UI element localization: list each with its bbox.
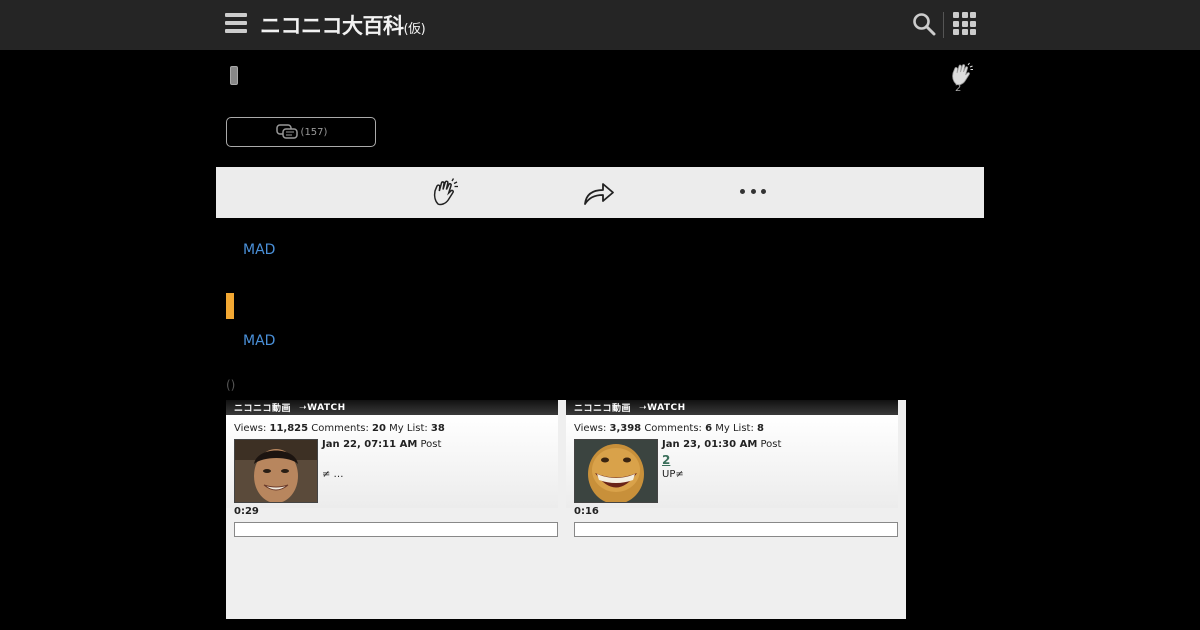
logo-main: ニコニコ大百科: [260, 14, 404, 38]
watch-link[interactable]: ➝WATCH: [639, 403, 686, 413]
niconico-logo-icon: ニコニコ動画: [234, 404, 292, 414]
watch-link[interactable]: ➝WATCH: [299, 403, 346, 413]
video-description: UP≠: [662, 469, 684, 480]
video-card-header: ニコニコ動画 ➝WATCH: [226, 400, 558, 415]
video-comment-bar: [234, 522, 558, 537]
video-stats: Views: 11,825 Comments: 20 My List: 38: [234, 423, 445, 434]
video-card[interactable]: ニコニコ動画 ➝WATCH Views: 11,825 Comments: 20…: [226, 400, 558, 619]
more-icon[interactable]: [740, 189, 766, 195]
section-heading-marker: [226, 293, 234, 319]
video-thumbnail[interactable]: [574, 439, 658, 503]
video-comment-bar: [574, 522, 898, 537]
site-logo[interactable]: ニコニコ大百科(仮): [260, 10, 426, 40]
share-icon[interactable]: [583, 180, 615, 206]
video-card-header: ニコニコ動画 ➝WATCH: [566, 400, 898, 415]
comment-count: (157): [300, 126, 328, 138]
menu-icon[interactable]: [225, 13, 247, 35]
video-stats: Views: 3,398 Comments: 6 My List: 8: [574, 423, 764, 434]
video-card-body: Views: 11,825 Comments: 20 My List: 38 J…: [226, 415, 558, 508]
clap-icon[interactable]: [949, 62, 975, 88]
paren-text: (): [226, 378, 236, 392]
clap-action-icon[interactable]: [430, 178, 460, 208]
niconico-logo-icon: ニコニコ動画: [574, 404, 632, 414]
action-bar: [216, 167, 984, 218]
video-post-date: Jan 23, 01:30 AM Post: [662, 439, 782, 450]
video-card[interactable]: ニコニコ動画 ➝WATCH Views: 3,398 Comments: 6 M…: [566, 400, 898, 619]
clap-count: 2: [955, 83, 962, 94]
video-post-date: Jan 22, 07:11 AM Post: [322, 439, 442, 450]
site-header: ニコニコ大百科(仮): [0, 0, 1200, 50]
video-embed-panel: ニコニコ動画 ➝WATCH Views: 11,825 Comments: 20…: [226, 400, 906, 619]
header-divider: [943, 12, 944, 38]
mad-link[interactable]: MAD: [243, 333, 275, 349]
video-card-body: Views: 3,398 Comments: 6 My List: 8 Jan …: [566, 415, 898, 508]
article-title-marker: [230, 66, 238, 85]
logo-sub: (仮): [403, 22, 426, 37]
search-icon[interactable]: [912, 12, 936, 36]
comment-icon: [275, 124, 298, 139]
video-length: 0:29: [234, 506, 259, 517]
video-title[interactable]: 2: [662, 453, 670, 467]
apps-grid-icon[interactable]: [953, 12, 976, 35]
video-description: ≠ …: [322, 469, 344, 480]
mad-link[interactable]: MAD: [243, 242, 275, 258]
comment-button[interactable]: (157): [226, 117, 376, 147]
video-thumbnail[interactable]: [234, 439, 318, 503]
video-length: 0:16: [574, 506, 599, 517]
